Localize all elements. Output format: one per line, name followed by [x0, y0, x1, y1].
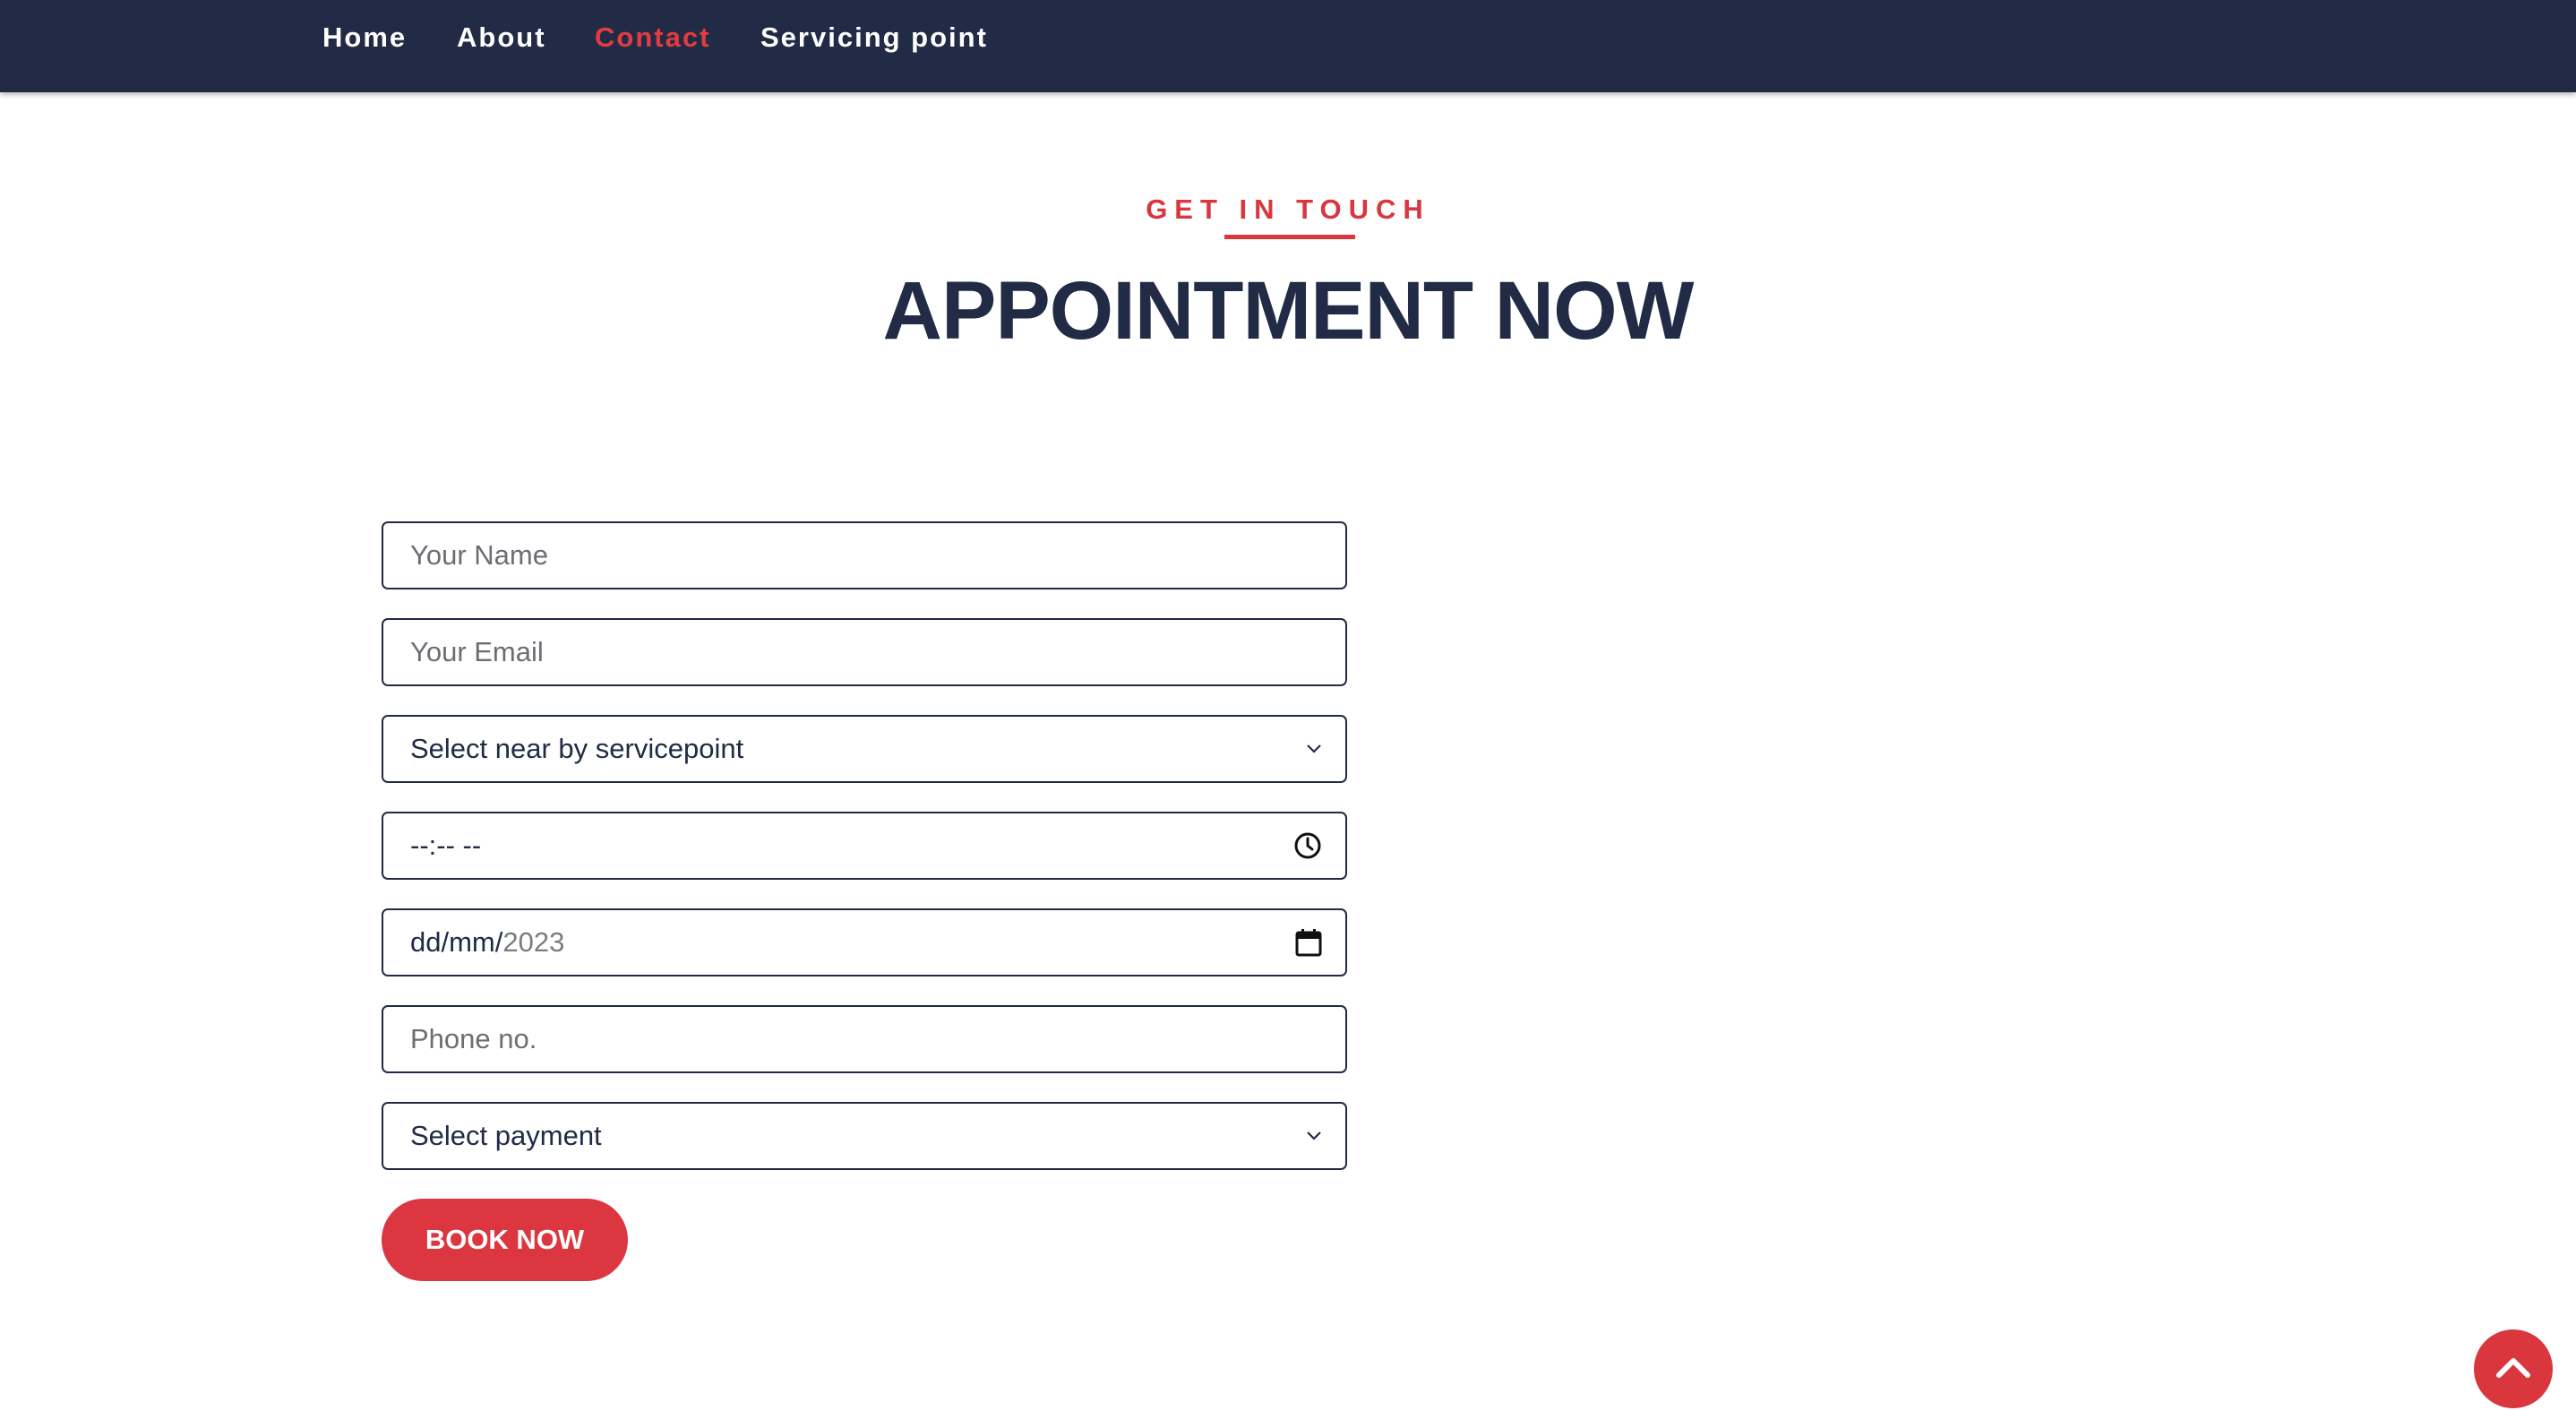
nav-item-about[interactable]: About	[457, 20, 546, 56]
servicepoint-select-value: Select near by servicepoint	[410, 733, 744, 764]
eyebrow-underline	[1224, 235, 1355, 239]
time-input[interactable]: --:-- --	[382, 812, 1347, 880]
email-input[interactable]: Your Email	[382, 618, 1347, 686]
phone-input[interactable]: Phone no.	[382, 1005, 1347, 1073]
chevron-down-icon	[1306, 744, 1322, 754]
page-title: APPOINTMENT NOW	[882, 265, 1695, 357]
date-input[interactable]: dd/mm/2023	[382, 908, 1347, 976]
email-input-placeholder: Your Email	[410, 636, 544, 667]
chevron-up-icon	[2495, 1355, 2531, 1383]
scroll-to-top-button[interactable]	[2474, 1329, 2553, 1408]
date-input-year: 2023	[502, 926, 565, 958]
section-eyebrow: GET IN TOUCH	[1146, 194, 1430, 225]
payment-select-value: Select payment	[410, 1120, 602, 1151]
name-input-placeholder: Your Name	[410, 539, 548, 571]
name-input[interactable]: Your Name	[382, 521, 1347, 589]
clock-icon[interactable]	[1293, 831, 1322, 860]
nav-item-home[interactable]: Home	[322, 20, 407, 56]
calendar-icon[interactable]	[1295, 928, 1322, 957]
time-input-value: --:-- --	[410, 830, 482, 861]
payment-select[interactable]: Select payment	[382, 1102, 1347, 1170]
book-now-button[interactable]: BOOK NOW	[382, 1199, 628, 1281]
phone-input-placeholder: Phone no.	[410, 1023, 537, 1054]
date-input-format: dd/mm/	[410, 926, 503, 958]
top-navbar: Home About Contact Servicing point	[0, 0, 2576, 92]
nav-item-contact[interactable]: Contact	[595, 20, 710, 56]
nav-item-servicing-point[interactable]: Servicing point	[760, 20, 988, 56]
chevron-down-icon	[1306, 1131, 1322, 1141]
servicepoint-select[interactable]: Select near by servicepoint	[382, 715, 1347, 783]
